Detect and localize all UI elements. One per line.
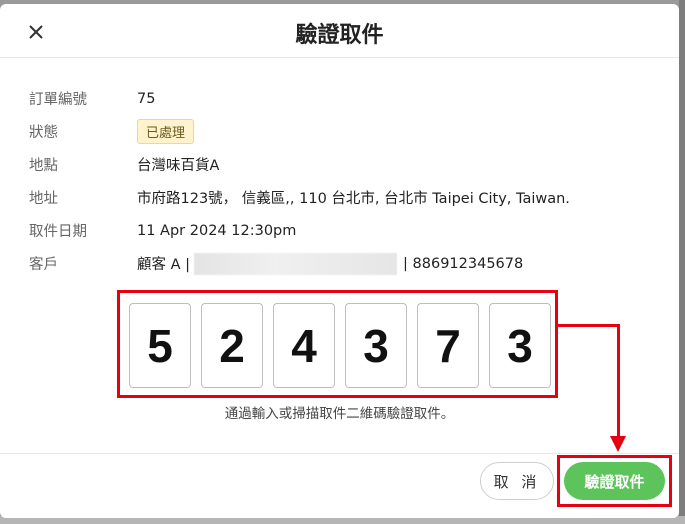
info-row-location: 地點 台灣味百貨A (29, 148, 649, 181)
code-digit-box[interactable]: 4 (273, 303, 335, 388)
pickup-code-input: 5 2 4 3 7 3 (129, 303, 551, 388)
modal-header: 驗證取件 (0, 4, 679, 58)
customer-phone: | 886912345678 (403, 255, 524, 272)
code-digit-box[interactable]: 3 (489, 303, 551, 388)
cancel-button[interactable]: 取 消 (480, 462, 554, 500)
info-row-status: 狀態 已處理 (29, 115, 649, 148)
annotation-arrow-horizontal (558, 324, 620, 327)
redacted-email (194, 252, 398, 275)
info-label: 地址 (29, 191, 58, 207)
address-value: 市府路123號， 信義區,, 110 台北市, 台北市 Taipei City,… (137, 191, 570, 207)
code-digit-box[interactable]: 3 (345, 303, 407, 388)
info-row-pickup-date: 取件日期 11 Apr 2024 12:30pm (29, 214, 649, 247)
info-row-order-number: 訂單編號 75 (29, 82, 649, 115)
order-number-value: 75 (137, 90, 156, 107)
status-badge: 已處理 (137, 119, 195, 144)
info-label: 狀態 (29, 125, 58, 141)
pickup-date-value: 11 Apr 2024 12:30pm (137, 222, 297, 239)
customer-value: 顧客 A | | 886912345678 (137, 252, 524, 275)
code-digit-box[interactable]: 7 (417, 303, 479, 388)
modal-title: 驗證取件 (295, 23, 384, 48)
verify-pickup-modal: 驗證取件 訂單編號 75 狀態 已處理 地點 台灣味百貨A 地址 市府路123號… (0, 4, 679, 518)
order-info: 訂單編號 75 狀態 已處理 地點 台灣味百貨A 地址 市府路123號， 信義區… (29, 82, 649, 280)
info-label: 地點 (29, 158, 58, 174)
info-label: 客戶 (29, 257, 58, 273)
annotation-arrow-head-icon (610, 436, 626, 452)
code-highlight-frame: 5 2 4 3 7 3 (117, 290, 558, 398)
info-row-customer: 客戶 顧客 A | | 886912345678 (29, 247, 649, 280)
background-scrollbar (679, 0, 685, 524)
footer-divider (0, 453, 679, 454)
verify-pickup-button[interactable]: 驗證取件 (564, 462, 665, 500)
code-digit-box[interactable]: 5 (129, 303, 191, 388)
location-value: 台灣味百貨A (137, 158, 220, 174)
code-hint: 通過輸入或掃描取件二維碼驗證取件。 (224, 406, 455, 422)
customer-name: 顧客 A | (137, 257, 191, 273)
annotation-arrow-vertical (617, 324, 620, 439)
info-label: 取件日期 (29, 224, 87, 240)
info-row-address: 地址 市府路123號， 信義區,, 110 台北市, 台北市 Taipei Ci… (29, 181, 649, 214)
info-label: 訂單編號 (29, 92, 87, 108)
code-digit-box[interactable]: 2 (201, 303, 263, 388)
status-value: 已處理 (137, 119, 195, 144)
